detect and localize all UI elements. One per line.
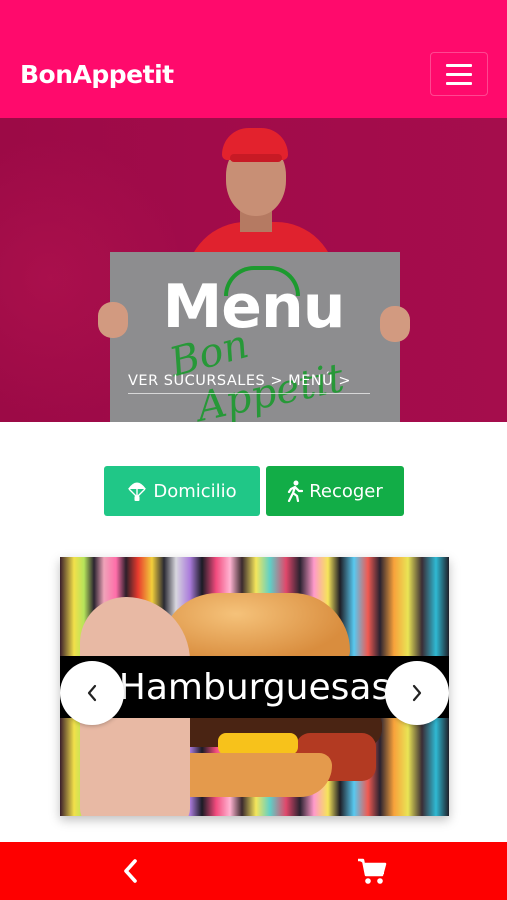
delivery-button[interactable]: Domicilio: [104, 466, 260, 516]
category-carousel[interactable]: Hamburguesas: [60, 557, 449, 816]
page-title: Menu: [162, 272, 346, 342]
carousel-next-button[interactable]: [385, 661, 449, 725]
shopping-cart-icon: [358, 858, 387, 884]
delivery-label: Domicilio: [153, 480, 237, 502]
back-button[interactable]: [114, 856, 148, 886]
pickup-label: Recoger: [309, 480, 383, 502]
bottom-nav-bar: [0, 842, 507, 900]
hamburger-menu-icon: [446, 63, 472, 67]
breadcrumb: VER SUCURSALES > MENÚ >: [128, 373, 370, 394]
carousel-prev-button[interactable]: [60, 661, 124, 725]
breadcrumb-separator: >: [270, 373, 283, 389]
cart-button[interactable]: [354, 854, 390, 888]
brand-logo[interactable]: BonAppetit: [20, 60, 174, 89]
chevron-right-icon: [412, 684, 422, 702]
parachute-icon: [128, 482, 147, 501]
breadcrumb-item-menu[interactable]: MENÚ: [288, 373, 333, 389]
chevron-left-icon: [87, 684, 97, 702]
chevron-left-icon: [124, 859, 137, 883]
walking-person-icon: [288, 480, 304, 502]
pickup-button[interactable]: Recoger: [266, 466, 404, 516]
app-header: BonAppetit: [0, 0, 507, 118]
breadcrumb-item-sucursales[interactable]: VER SUCURSALES: [128, 373, 265, 389]
hamburger-menu-button[interactable]: [430, 52, 488, 96]
hero-banner: Bon Appetit Menu VER SUCURSALES > MENÚ >: [0, 118, 507, 422]
breadcrumb-separator: >: [338, 373, 352, 389]
